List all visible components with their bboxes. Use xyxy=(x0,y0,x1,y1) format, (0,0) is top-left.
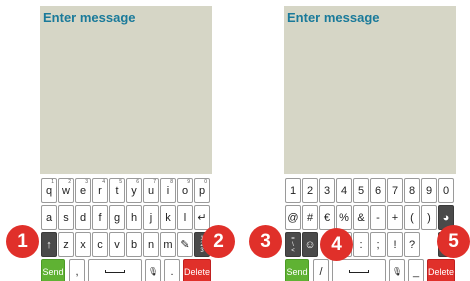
keyboard-row-1: q1 w2 e3 r4 t5 y6 u7 i8 o9 p0 xyxy=(41,178,211,203)
key-o[interactable]: o9 xyxy=(177,178,193,203)
key-percent[interactable]: % xyxy=(336,205,352,230)
emoji-icon[interactable]: ☺ xyxy=(302,232,318,257)
keyboard-row-3: ↑ z x c v b n m ✎ 123 xyxy=(41,232,211,257)
callout-badge-3: 3 xyxy=(249,225,282,258)
delete-button[interactable]: Delete xyxy=(427,259,455,281)
key-ampersand[interactable]: & xyxy=(353,205,369,230)
key-m[interactable]: m xyxy=(160,232,176,257)
key-b[interactable]: b xyxy=(126,232,142,257)
key-colon[interactable]: : xyxy=(353,232,369,257)
key-open-paren[interactable]: ( xyxy=(404,205,420,230)
callout-badge-2: 2 xyxy=(202,225,235,258)
key-at[interactable]: @ xyxy=(285,205,301,230)
key-r[interactable]: r4 xyxy=(92,178,108,203)
keyboard-letters: q1 w2 e3 r4 t5 y6 u7 i8 o9 p0 a s d f g … xyxy=(40,174,212,281)
key-j[interactable]: j xyxy=(143,205,159,230)
key-i[interactable]: i8 xyxy=(160,178,176,203)
keyboard-row-3: =\< ☺ ' : ; ! ? ABC xyxy=(285,232,455,257)
microphone-icon[interactable]: 🎙 xyxy=(145,259,161,281)
enter-icon[interactable]: ↵ xyxy=(194,205,210,230)
keyboard-row-1: 1 2 3 4 5 6 7 8 9 0 xyxy=(285,178,455,203)
key-plus[interactable]: + xyxy=(387,205,403,230)
key-f[interactable]: f xyxy=(92,205,108,230)
key-c[interactable]: c xyxy=(92,232,108,257)
key-0[interactable]: 0 xyxy=(438,178,454,203)
message-title: Enter message xyxy=(43,10,136,25)
shift-key[interactable]: ↑ xyxy=(41,232,57,257)
send-button[interactable]: Send xyxy=(285,259,309,281)
key-x[interactable]: x xyxy=(75,232,91,257)
callout-badge-1: 1 xyxy=(6,225,39,258)
symbols-mode-key[interactable]: = \ < xyxy=(285,232,301,257)
key-g[interactable]: g xyxy=(109,205,125,230)
key-a[interactable]: a xyxy=(41,205,57,230)
key-3[interactable]: 3 xyxy=(319,178,335,203)
space-icon xyxy=(105,270,125,273)
key-semicolon[interactable]: ; xyxy=(370,232,386,257)
key-q[interactable]: q1 xyxy=(41,178,57,203)
key-minus[interactable]: - xyxy=(370,205,386,230)
key-u[interactable]: u7 xyxy=(143,178,159,203)
key-2[interactable]: 2 xyxy=(302,178,318,203)
key-euro[interactable]: € xyxy=(319,205,335,230)
key-1[interactable]: 1 xyxy=(285,178,301,203)
keyboard-row-4: Send , 🎙 . Delete xyxy=(41,259,211,281)
key-d[interactable]: d xyxy=(75,205,91,230)
key-k[interactable]: k xyxy=(160,205,176,230)
key-9[interactable]: 9 xyxy=(421,178,437,203)
key-hash[interactable]: # xyxy=(302,205,318,230)
key-n[interactable]: n xyxy=(143,232,159,257)
key-y[interactable]: y6 xyxy=(126,178,142,203)
key-slash[interactable]: / xyxy=(313,259,329,281)
send-button[interactable]: Send xyxy=(41,259,65,281)
key-7[interactable]: 7 xyxy=(387,178,403,203)
key-l[interactable]: l xyxy=(177,205,193,230)
key-8[interactable]: 8 xyxy=(404,178,420,203)
key-w[interactable]: w2 xyxy=(58,178,74,203)
keyboard-symbols: 1 2 3 4 5 6 7 8 9 0 @ # € % & - + ( ) ◕ … xyxy=(284,174,456,281)
key-comma[interactable]: , xyxy=(69,259,85,281)
microphone-icon[interactable]: 🎙 xyxy=(389,259,405,281)
message-title: Enter message xyxy=(287,10,380,25)
key-v[interactable]: v xyxy=(109,232,125,257)
key-period[interactable]: . xyxy=(164,259,180,281)
phone-screen-symbols: Enter message 1 2 3 4 5 6 7 8 9 0 @ # € … xyxy=(284,6,456,281)
callout-badge-5: 5 xyxy=(437,225,470,258)
key-p[interactable]: p0 xyxy=(194,178,210,203)
space-icon xyxy=(349,270,369,273)
keyboard-row-2: a s d f g h j k l ↵ xyxy=(41,205,211,230)
key-s[interactable]: s xyxy=(58,205,74,230)
key-close-paren[interactable]: ) xyxy=(421,205,437,230)
phone-screen-letters: Enter message q1 w2 e3 r4 t5 y6 u7 i8 o9… xyxy=(40,6,212,281)
callout-badge-4: 4 xyxy=(320,228,353,261)
key-exclamation[interactable]: ! xyxy=(387,232,403,257)
key-6[interactable]: 6 xyxy=(370,178,386,203)
delete-button[interactable]: Delete xyxy=(183,259,211,281)
key-e[interactable]: e3 xyxy=(75,178,91,203)
space-key[interactable] xyxy=(88,259,142,281)
key-question[interactable]: ? xyxy=(404,232,420,257)
pencil-icon[interactable]: ✎ xyxy=(177,232,193,257)
space-key[interactable] xyxy=(332,259,386,281)
key-t[interactable]: t5 xyxy=(109,178,125,203)
keyboard-row-2: @ # € % & - + ( ) ◕ xyxy=(285,205,455,230)
key-h[interactable]: h xyxy=(126,205,142,230)
key-5[interactable]: 5 xyxy=(353,178,369,203)
key-z[interactable]: z xyxy=(58,232,74,257)
key-4[interactable]: 4 xyxy=(336,178,352,203)
keyboard-row-4: Send / 🎙 _ Delete xyxy=(285,259,455,281)
key-underscore[interactable]: _ xyxy=(408,259,424,281)
